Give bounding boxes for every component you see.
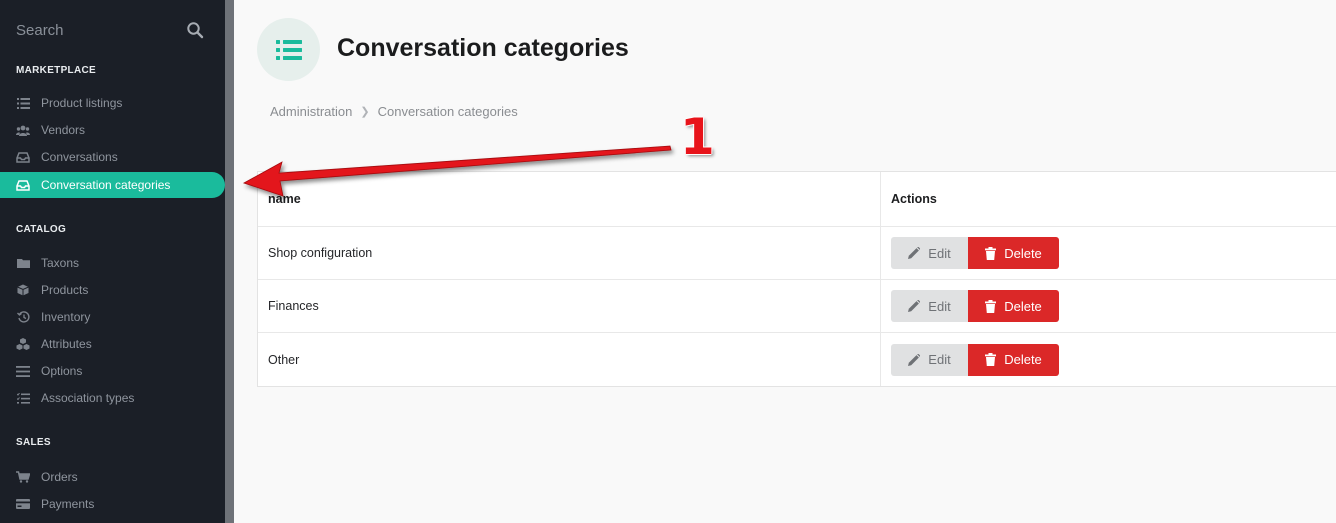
sidebar-item-product-listings[interactable]: Product listings [0,90,225,116]
table-row: Other Edit Delete [258,333,1336,386]
sidebar-item-association-types[interactable]: Association types [0,385,225,411]
trash-icon [985,353,997,366]
sidebar-item-label: Products [41,283,89,297]
users-icon [16,123,30,137]
chevron-right-icon: ❯ [360,106,370,118]
sidebar-scrollbar[interactable] [225,0,234,523]
list-icon [16,96,30,110]
cart-icon [16,470,30,484]
sidebar-item-label: Payments [41,497,95,511]
trash-icon [985,299,997,313]
sidebar-item-orders[interactable]: Orders [0,464,225,490]
sidebar-item-conversation-categories[interactable]: Conversation categories [0,172,225,198]
column-header-actions: Actions [891,192,937,206]
sidebar-item-attributes[interactable]: Attributes [0,331,225,357]
row-actions: Edit Delete [881,333,1336,386]
sidebar-item-products[interactable]: Products [0,277,225,303]
sidebar-item-label: Orders [41,470,78,484]
pencil-icon [908,300,921,312]
sidebar-item-label: Attributes [41,337,92,351]
delete-button[interactable]: Delete [968,290,1059,322]
folder-icon [16,256,30,270]
sidebar-item-label: Taxons [41,256,80,270]
page-title: Conversation categories [337,34,629,62]
edit-button[interactable]: Edit [891,237,968,269]
sidebar-item-label: Product listings [41,96,123,110]
table-row: Finances Edit Delete [258,280,1336,333]
options-icon [16,364,30,378]
pencil-icon [908,247,921,259]
table-header-row: name Actions [258,172,1336,227]
breadcrumb: Administration ❯ Conversation categories [270,104,518,119]
sidebar-item-label: Options [41,364,83,378]
inbox-icon [16,150,30,164]
cubes-icon [16,337,30,351]
sidebar-item-vendors[interactable]: Vendors [0,117,225,143]
row-name: Finances [258,280,881,332]
delete-label: Delete [1004,245,1042,261]
sidebar-item-label: Association types [41,391,135,405]
delete-button[interactable]: Delete [968,343,1059,376]
sidebar-search[interactable]: Search [16,18,204,42]
row-name: Shop configuration [258,227,881,279]
table-row: Shop configuration Edit Delete [258,227,1336,280]
main-content: Conversation categories Administration ❯… [234,0,1336,523]
sidebar-item-options[interactable]: Options [0,358,225,384]
edit-label: Edit [928,352,951,367]
categories-table: name Actions Shop configuration Edit Del… [257,171,1336,387]
sidebar-item-label: Conversation categories [41,178,171,192]
history-icon [16,310,30,324]
row-actions: Edit Delete [881,227,1336,279]
edit-button[interactable]: Edit [891,290,968,322]
column-header-name[interactable]: name [258,172,881,226]
cube-icon [16,283,30,297]
section-catalog: CATALOG [16,224,67,235]
delete-button[interactable]: Delete [968,237,1059,269]
edit-label: Edit [928,298,951,314]
sidebar-item-taxons[interactable]: Taxons [0,250,225,276]
inbox-icon [16,178,30,192]
pencil-icon [908,353,921,366]
sidebar-item-label: Inventory [41,310,91,324]
row-name: Other [258,333,881,386]
search-input[interactable]: Search [16,22,64,39]
sidebar-item-label: Vendors [41,123,86,137]
breadcrumb-current: Conversation categories [377,104,518,119]
header-icon-circle [257,18,320,81]
list-icon [275,39,302,60]
search-icon[interactable] [186,21,204,39]
annotation-number: 1 [680,108,715,166]
section-marketplace: MARKETPLACE [16,65,96,76]
sidebar: Search MARKETPLACE Product listings Vend… [0,0,225,523]
trash-icon [985,246,997,260]
breadcrumb-administration[interactable]: Administration [270,104,352,119]
sidebar-item-label: Conversations [41,150,118,164]
edit-label: Edit [928,245,951,261]
delete-label: Delete [1004,352,1042,367]
sidebar-item-conversations[interactable]: Conversations [0,144,225,170]
sidebar-item-payments[interactable]: Payments [0,491,225,517]
section-sales: SALES [16,437,51,448]
sidebar-item-inventory[interactable]: Inventory [0,304,225,330]
row-actions: Edit Delete [881,280,1336,332]
edit-button[interactable]: Edit [891,343,968,376]
credit-card-icon [16,497,30,511]
delete-label: Delete [1004,298,1042,314]
tasks-icon [16,391,30,405]
